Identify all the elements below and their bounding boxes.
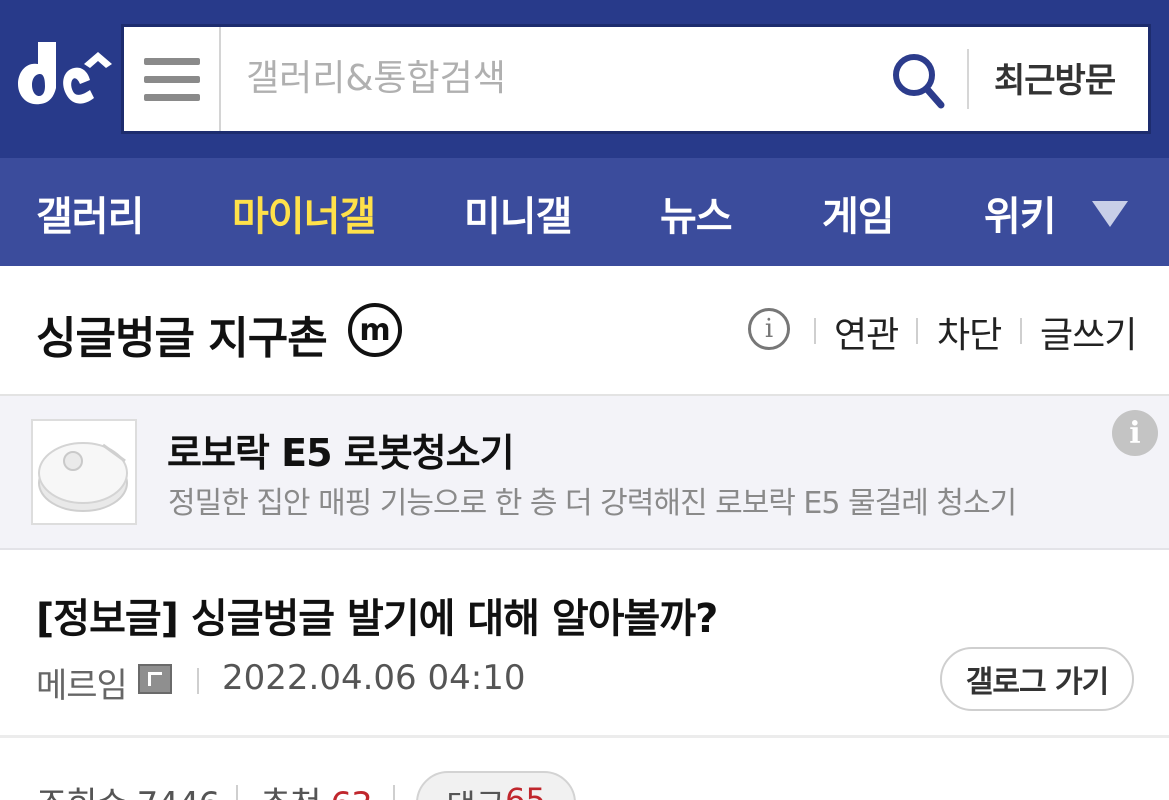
gallery-title[interactable]: 싱글벙글 지구촌 xyxy=(36,302,328,366)
nav-item-minor-gallery[interactable]: 마이너갤 xyxy=(232,184,376,242)
divider xyxy=(916,318,918,344)
search-icon[interactable] xyxy=(890,51,946,111)
info-icon[interactable]: i xyxy=(748,308,790,350)
nav-item-mini-gallery[interactable]: 미니갤 xyxy=(464,184,572,242)
nav-item-news[interactable]: 뉴스 xyxy=(660,184,733,242)
nav-item-gallery[interactable]: 갤러리 xyxy=(36,184,144,242)
divider xyxy=(814,318,816,344)
view-count-label: 조회수 xyxy=(36,785,128,800)
recommend-value: 63 xyxy=(330,785,372,800)
divider xyxy=(197,668,199,694)
block-link[interactable]: 차단 xyxy=(937,306,1002,358)
divider xyxy=(393,785,395,800)
post-stats: 조회수 7446 추천 63 댓글65 xyxy=(0,741,1169,800)
post-header: [정보글] 싱글벙글 발기에 대해 알아볼까? 메르임 2022.04.06 0… xyxy=(0,550,1169,738)
comment-count-button[interactable]: 댓글65 xyxy=(416,771,576,800)
ad-info-icon[interactable]: i xyxy=(1112,410,1158,456)
view-count: 조회수 7446 xyxy=(36,777,221,800)
comment-label: 댓글 xyxy=(446,781,505,800)
post-title: [정보글] 싱글벙글 발기에 대해 알아볼까? xyxy=(36,596,718,642)
divider xyxy=(1020,318,1022,344)
write-post-link[interactable]: 글쓰기 xyxy=(1040,306,1137,358)
search-input[interactable] xyxy=(246,45,866,111)
ad-product-image[interactable] xyxy=(31,419,137,525)
related-gallery-link[interactable]: 연관 xyxy=(834,306,899,358)
minor-gallery-badge-icon: m xyxy=(348,303,402,357)
nav-item-game[interactable]: 게임 xyxy=(822,184,895,242)
search-divider xyxy=(967,49,969,109)
comment-value: 65 xyxy=(505,781,546,800)
recommend-count: 추천 63 xyxy=(260,777,373,800)
fixed-nickname-icon xyxy=(138,664,172,694)
nav-item-wiki[interactable]: 위키 xyxy=(984,184,1057,242)
ad-title[interactable]: 로보락 E5 로봇청소기 xyxy=(167,422,515,477)
hamburger-menu-icon[interactable] xyxy=(124,27,221,131)
post-date: 2022.04.06 04:10 xyxy=(222,658,526,698)
post-author[interactable]: 메르임 xyxy=(36,658,128,707)
divider xyxy=(236,785,238,800)
main-nav: 갤러리 마이너갤 미니갤 뉴스 게임 위키 xyxy=(0,158,1169,266)
dc-logo[interactable] xyxy=(14,34,114,116)
triangle-down-icon[interactable] xyxy=(1092,201,1128,227)
ad-banner[interactable]: 로보락 E5 로봇청소기 정밀한 집안 매핑 기능으로 한 층 더 강력해진 로… xyxy=(0,396,1169,550)
search-box: 최근방문 xyxy=(121,24,1151,134)
top-header: 최근방문 xyxy=(0,0,1169,158)
gallog-button[interactable]: 갤로그 가기 xyxy=(940,647,1134,711)
view-count-value: 7446 xyxy=(137,785,221,800)
recommend-label: 추천 xyxy=(260,785,322,800)
ad-description: 정밀한 집안 매핑 기능으로 한 층 더 강력해진 로보락 E5 물걸레 청소기 xyxy=(168,486,1017,521)
recent-visit-button[interactable]: 최근방문 xyxy=(994,53,1116,102)
gallery-header: 싱글벙글 지구촌 m i 연관 차단 글쓰기 xyxy=(0,266,1169,396)
